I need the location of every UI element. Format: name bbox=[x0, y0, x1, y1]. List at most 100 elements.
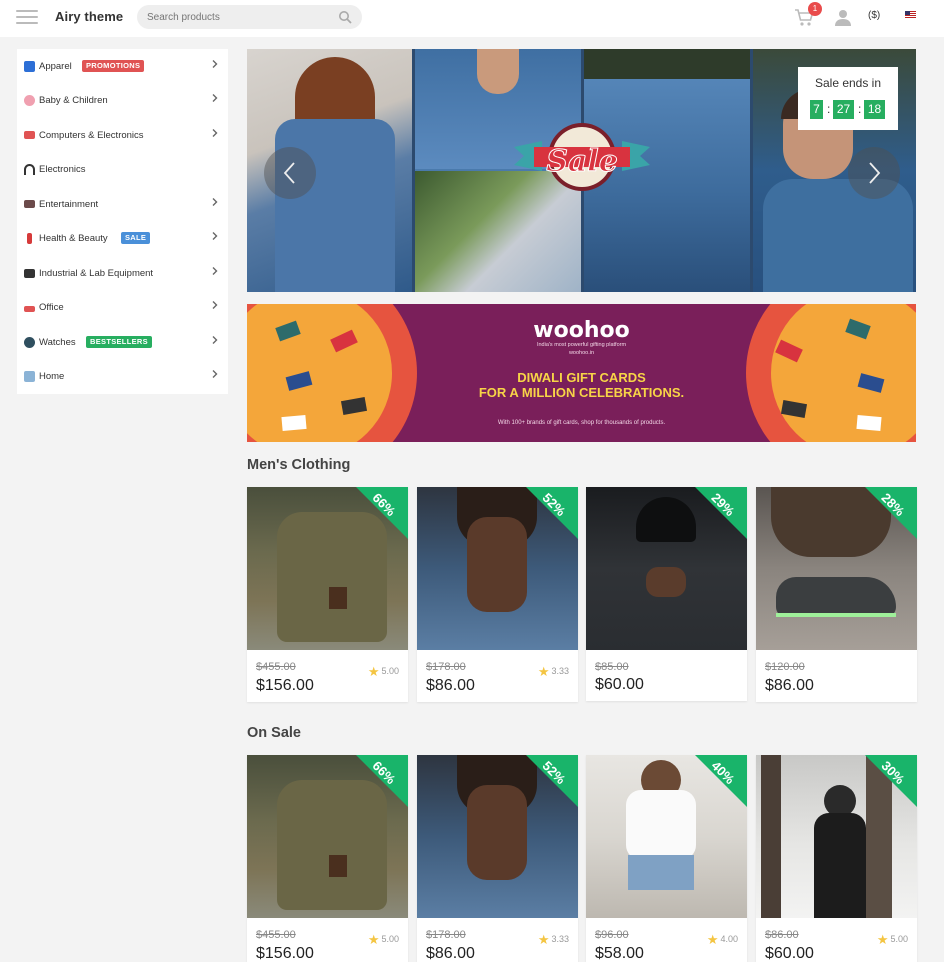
cart-count-badge: 1 bbox=[808, 2, 822, 16]
countdown-minutes: 27 bbox=[833, 100, 854, 119]
rating: ★ 4.00 bbox=[707, 932, 738, 948]
old-price: $178.00 bbox=[426, 661, 466, 673]
rating: ★ 5.00 bbox=[368, 932, 399, 948]
headphones-icon bbox=[24, 164, 35, 175]
hamburger-menu-icon[interactable] bbox=[16, 10, 38, 26]
chevron-right-icon bbox=[212, 267, 218, 275]
slider-next-button[interactable] bbox=[848, 147, 900, 199]
product-image-backpack[interactable]: 66% bbox=[247, 755, 408, 918]
price: $86.00 bbox=[426, 945, 475, 962]
office-icon bbox=[24, 306, 35, 312]
monitor-icon bbox=[24, 131, 35, 139]
chevron-right-icon bbox=[212, 336, 218, 344]
star-icon: ★ bbox=[706, 932, 719, 947]
woohoo-logo: woohoo bbox=[533, 318, 630, 343]
sidebar-item-home[interactable]: Home bbox=[17, 359, 228, 393]
sidebar-item-apparel[interactable]: Apparel PROMOTIONS bbox=[17, 49, 228, 83]
sidebar-item-label: Health & Beauty bbox=[39, 233, 108, 244]
star-icon: ★ bbox=[367, 932, 380, 947]
sale-text: Sale bbox=[546, 144, 618, 179]
old-price: $455.00 bbox=[256, 661, 296, 673]
search-icon[interactable] bbox=[338, 10, 352, 24]
product-card[interactable]: 29% $85.00 $60.00 bbox=[586, 487, 747, 701]
sidebar-item-label: Entertainment bbox=[39, 199, 99, 210]
product-image-denim-shorts[interactable]: 40% bbox=[586, 755, 747, 918]
product-image-winter-coat[interactable]: 30% bbox=[756, 755, 917, 918]
product-card[interactable]: 28% $120.00 $86.00 bbox=[756, 487, 917, 702]
price: $60.00 bbox=[765, 945, 814, 962]
sidebar-item-label: Watches bbox=[39, 337, 76, 348]
countdown-seconds: 18 bbox=[864, 100, 885, 119]
sidebar-item-entertainment[interactable]: Entertainment bbox=[17, 187, 228, 221]
price: $60.00 bbox=[595, 676, 644, 693]
rating-value: 5.00 bbox=[381, 666, 399, 676]
rating-value: 4.00 bbox=[720, 934, 738, 944]
product-image-backpack[interactable]: 66% bbox=[247, 487, 408, 650]
chevron-right-icon bbox=[212, 198, 218, 206]
bestsellers-badge: BESTSELLERS bbox=[86, 336, 152, 348]
old-price: $455.00 bbox=[256, 929, 296, 941]
banner-headline-1: DIWALI GIFT CARDS bbox=[517, 370, 646, 385]
countdown-hours: 7 bbox=[810, 100, 823, 119]
currency-selector[interactable]: ($) bbox=[868, 10, 880, 21]
banner-site: woohoo.in bbox=[568, 350, 595, 356]
search-input[interactable] bbox=[137, 5, 327, 29]
sidebar-item-baby-children[interactable]: Baby & Children bbox=[17, 83, 228, 117]
star-icon: ★ bbox=[367, 664, 380, 679]
product-image-sneakers[interactable]: 28% bbox=[756, 487, 917, 650]
sidebar-item-label: Baby & Children bbox=[39, 95, 108, 106]
countdown-separator: : bbox=[858, 102, 862, 116]
chevron-right-icon bbox=[212, 94, 218, 102]
site-logo[interactable]: Airy theme bbox=[55, 9, 123, 24]
search-bar bbox=[137, 5, 362, 29]
user-account-icon[interactable] bbox=[834, 8, 852, 26]
product-card[interactable]: 66% $455.00 ★ 5.00 $156.00 bbox=[247, 487, 408, 702]
banner-headline-2: FOR A MILLION CELEBRATIONS. bbox=[478, 385, 685, 400]
sidebar-item-office[interactable]: Office bbox=[17, 290, 228, 324]
chevron-right-icon bbox=[212, 129, 218, 137]
product-card[interactable]: 52% $178.00 ★ 3.33 $86.00 bbox=[417, 487, 578, 702]
promo-banner[interactable]: woohoo India's most powerful gifting pla… bbox=[247, 304, 916, 442]
sidebar-item-label: Computers & Electronics bbox=[39, 130, 144, 141]
rating: ★ 3.33 bbox=[538, 664, 569, 680]
old-price: $96.00 bbox=[595, 929, 629, 941]
star-icon: ★ bbox=[537, 932, 550, 947]
sidebar-item-watches[interactable]: Watches BESTSELLERS bbox=[17, 325, 228, 359]
product-card[interactable]: 40% $96.00 ★ 4.00 $58.00 bbox=[586, 755, 747, 962]
product-image-black-shirt[interactable]: 29% bbox=[586, 487, 747, 650]
product-card[interactable]: 66% $455.00 ★ 5.00 $156.00 bbox=[247, 755, 408, 962]
sidebar-item-health-beauty[interactable]: Health & Beauty SALE bbox=[17, 221, 228, 255]
rating: ★ 3.33 bbox=[538, 932, 569, 948]
chevron-left-icon bbox=[283, 162, 295, 184]
sidebar-item-electronics[interactable]: Electronics bbox=[17, 152, 228, 186]
promotions-badge: PROMOTIONS bbox=[82, 60, 145, 72]
product-card[interactable]: 52% $178.00 ★ 3.33 $86.00 bbox=[417, 755, 578, 962]
rating-value: 3.33 bbox=[551, 666, 569, 676]
shirt-icon bbox=[24, 61, 35, 72]
slider-prev-button[interactable] bbox=[264, 147, 316, 199]
watch-icon bbox=[24, 337, 35, 348]
rating-value: 5.00 bbox=[890, 934, 908, 944]
price: $86.00 bbox=[765, 677, 814, 694]
rating-value: 5.00 bbox=[381, 934, 399, 944]
countdown-title: Sale ends in bbox=[814, 76, 882, 90]
baby-icon bbox=[24, 95, 35, 106]
countdown-separator: : bbox=[827, 102, 831, 116]
us-flag-icon[interactable] bbox=[905, 11, 916, 19]
rating: ★ 5.00 bbox=[368, 664, 399, 680]
sidebar-item-industrial-lab[interactable]: Industrial & Lab Equipment bbox=[17, 256, 228, 290]
old-price: $85.00 bbox=[595, 661, 629, 673]
rating-value: 3.33 bbox=[551, 934, 569, 944]
product-image-denim-vest[interactable]: 52% bbox=[417, 487, 578, 650]
product-card[interactable]: 30% $86.00 ★ 5.00 $60.00 bbox=[756, 755, 917, 962]
sidebar-item-label: Office bbox=[39, 302, 64, 313]
chevron-right-icon bbox=[212, 232, 218, 240]
sidebar-item-computers-electronics[interactable]: Computers & Electronics bbox=[17, 118, 228, 152]
house-icon bbox=[24, 371, 35, 382]
chevron-right-icon bbox=[212, 301, 218, 309]
section-title-on-sale: On Sale bbox=[247, 725, 301, 741]
chevron-right-icon bbox=[212, 60, 218, 68]
sidebar-item-label: Industrial & Lab Equipment bbox=[39, 268, 154, 279]
banner-subline: With 100+ brands of gift cards, shop for… bbox=[497, 420, 666, 426]
product-image-denim-vest[interactable]: 52% bbox=[417, 755, 578, 918]
